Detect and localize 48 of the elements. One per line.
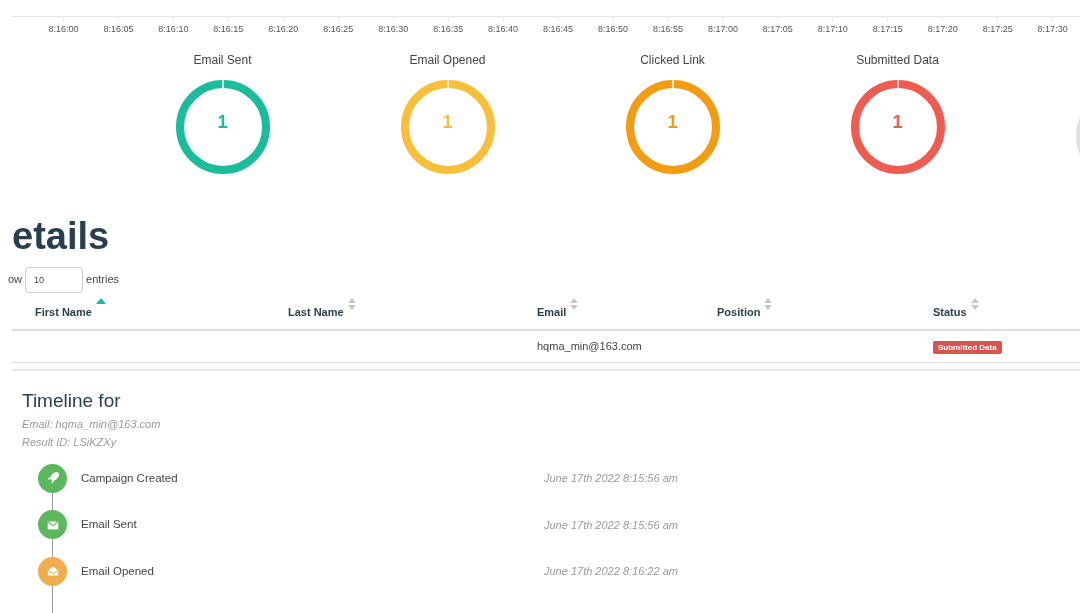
entries-label: entries <box>86 272 120 288</box>
table-cell: hqma_min@163.com <box>537 339 642 352</box>
timeline-heading: Timeline for <box>22 388 122 413</box>
event-label: Email Sent <box>81 517 138 533</box>
axis-tick-label: 8:16:00 <box>36 17 91 37</box>
axis-tick-label: 8:16:30 <box>365 17 421 37</box>
column-header[interactable]: Status <box>933 294 1080 329</box>
stat-label: Email Sent <box>193 51 252 69</box>
axis-tick-label: 8:16:35 <box>420 17 476 37</box>
count-value: 1 <box>441 110 454 134</box>
event-time: June 17th 2022 8:16:22 am <box>544 564 678 579</box>
stat-label: Submitted Data <box>856 51 939 69</box>
email-line: Email: hqma_min@163.com <box>22 417 162 432</box>
column-header[interactable]: Email <box>537 294 717 329</box>
count-value: 1 <box>666 110 679 134</box>
event-label: Email Opened <box>81 563 155 579</box>
axis-tick-label: 8:16:20 <box>255 17 311 37</box>
rocket-icon <box>45 471 60 486</box>
axis-tick-label: 8:16:45 <box>530 17 586 37</box>
event-label: Campaign Created <box>81 470 179 486</box>
axis-tick-label: 8:17:10 <box>805 17 861 37</box>
count-value: 1 <box>891 110 904 134</box>
status-tag: Submitted Data <box>933 340 1002 354</box>
column-header[interactable]: Last Name <box>288 294 537 329</box>
page-size-field[interactable]: 10 <box>25 266 84 293</box>
axis-tick-label: 8:17:25 <box>970 17 1026 37</box>
column-header[interactable]: First Name <box>12 294 288 329</box>
axis-tick-label: 8:16:55 <box>640 17 696 37</box>
axis-tick-label: 8:17:00 <box>695 17 751 37</box>
column-header[interactable]: Position <box>717 294 933 329</box>
event-time: June 17th 2022 8:15:56 am <box>544 471 678 486</box>
show-label: ow <box>8 272 23 288</box>
axis-tick-label: 8:17:15 <box>860 17 916 37</box>
axis-tick-label: 8:16:15 <box>200 17 256 37</box>
axis-tick-label: 8:17:20 <box>915 17 971 37</box>
count-value: 1 <box>216 110 229 134</box>
section-heading: etails <box>12 216 111 255</box>
axis-tick-label: 8:16:10 <box>145 17 201 37</box>
axis-tick-label: 8:17:05 <box>750 17 806 37</box>
result-id-line: Result ID: LSiKZXy <box>22 435 118 450</box>
stat-label: Clicked Link <box>640 51 705 69</box>
axis-tick-label: 8:16:40 <box>475 17 531 37</box>
stat-label: Email Opened <box>409 51 486 69</box>
axis-tick-label: 8:17:30 <box>1025 17 1080 37</box>
axis-tick-label: 8:16:25 <box>310 17 366 37</box>
event-time: June 17th 2022 8:15:56 am <box>544 517 678 533</box>
axis-tick-label: 8:16:05 <box>90 17 146 37</box>
axis-tick-label: 8:16:50 <box>585 17 641 37</box>
